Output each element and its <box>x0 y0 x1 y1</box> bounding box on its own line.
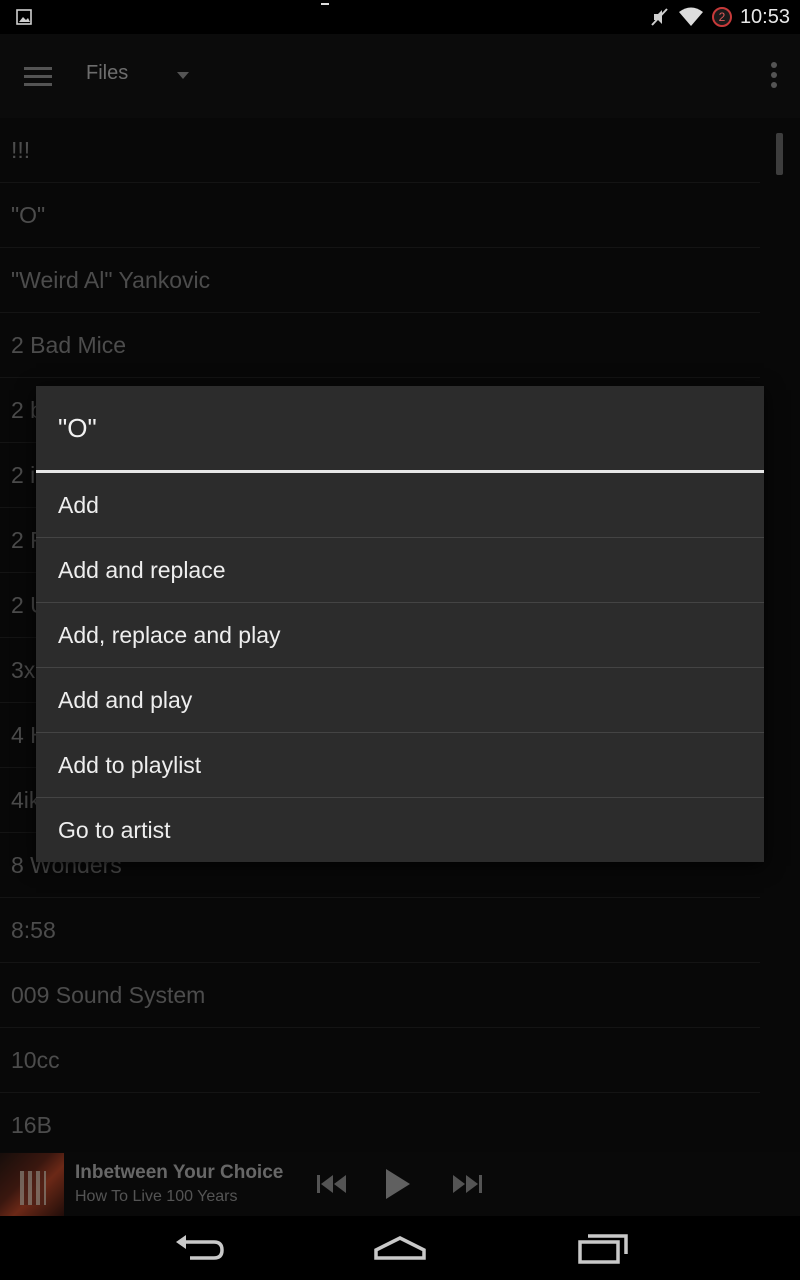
navigation-bar <box>0 1216 800 1280</box>
status-indicator <box>321 3 329 5</box>
menu-item-add-to-playlist[interactable]: Add to playlist <box>36 733 764 798</box>
wifi-icon <box>678 7 703 26</box>
menu-item-add[interactable]: Add <box>36 473 764 538</box>
back-icon[interactable] <box>170 1226 230 1270</box>
clock: 10:53 <box>739 5 790 28</box>
image-icon <box>16 9 32 25</box>
menu-item-add-and-replace[interactable]: Add and replace <box>36 538 764 603</box>
context-menu-dialog: "O" Add Add and replace Add, replace and… <box>36 386 764 862</box>
home-icon[interactable] <box>370 1226 430 1270</box>
dialog-title: "O" <box>36 386 764 473</box>
status-bar: 2 10:53 <box>0 0 800 34</box>
menu-item-add-replace-and-play[interactable]: Add, replace and play <box>36 603 764 668</box>
menu-item-go-to-artist[interactable]: Go to artist <box>36 798 764 862</box>
mute-icon <box>651 8 668 26</box>
notification-badge: 2 <box>711 7 732 27</box>
recents-icon[interactable] <box>572 1226 632 1270</box>
menu-item-add-and-play[interactable]: Add and play <box>36 668 764 733</box>
